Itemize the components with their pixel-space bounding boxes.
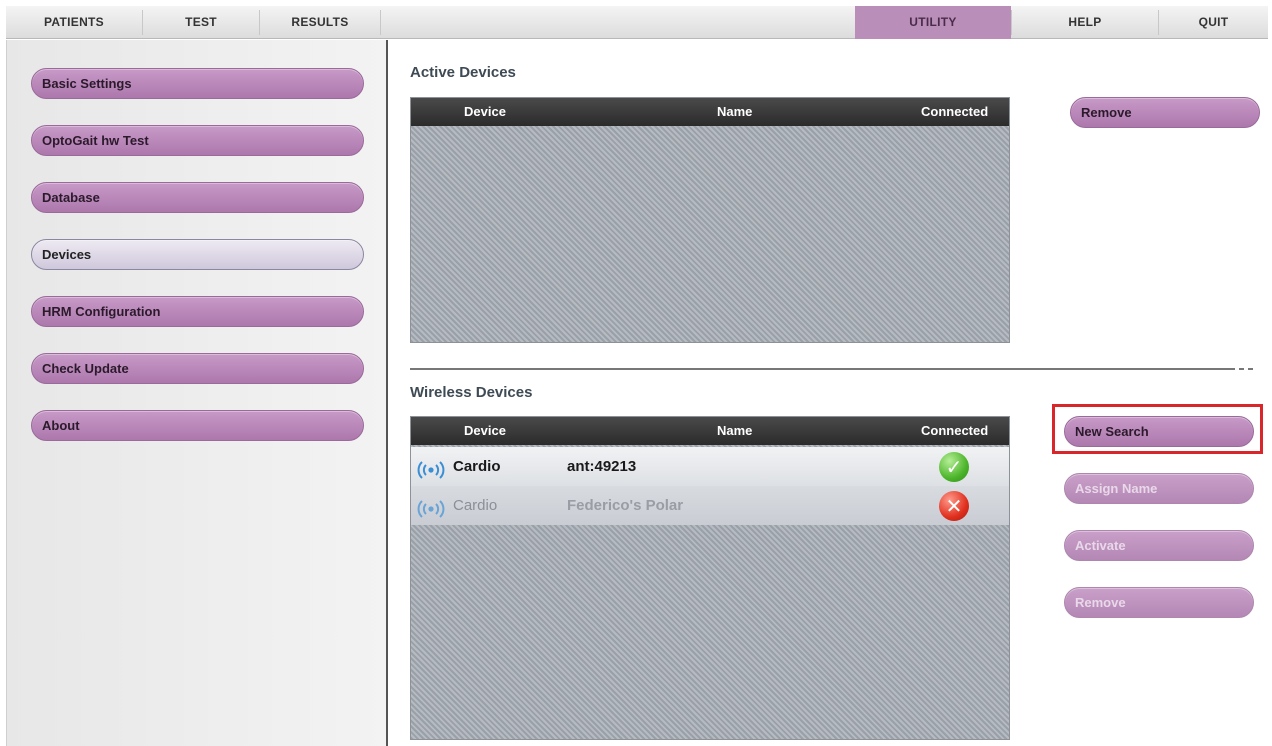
wireless-devices-title: Wireless Devices (410, 384, 533, 401)
remove-active-device-button[interactable]: Remove (1070, 97, 1260, 128)
sidebar-item-hrm-configuration[interactable]: HRM Configuration (31, 296, 364, 327)
new-search-button[interactable]: New Search (1064, 416, 1254, 447)
menu-utility[interactable]: UTILITY (855, 6, 1011, 39)
column-header-name: Name (717, 423, 753, 438)
column-header-connected: Connected (921, 104, 989, 119)
menu-separator (380, 10, 381, 35)
activate-button[interactable]: Activate (1064, 530, 1254, 561)
column-header-connected: Connected (921, 423, 989, 438)
check-icon: ✓ (939, 452, 969, 482)
section-divider-dashes (1230, 368, 1254, 370)
assign-name-button[interactable]: Assign Name (1064, 473, 1254, 504)
sidebar-item-basic-settings[interactable]: Basic Settings (31, 68, 364, 99)
sidebar-item-database[interactable]: Database (31, 182, 364, 213)
menu-patients[interactable]: PATIENTS (6, 6, 142, 39)
menu-results[interactable]: RESULTS (260, 6, 380, 39)
column-header-device: Device (464, 104, 506, 119)
table-header: Device Name Connected (411, 417, 1009, 445)
name-cell: ant:49213 (567, 458, 637, 475)
device-cell: Cardio (453, 497, 498, 514)
remove-wireless-device-button[interactable]: Remove (1064, 587, 1254, 618)
active-devices-title: Active Devices (410, 64, 516, 81)
name-cell: Federico's Polar (567, 497, 684, 514)
active-devices-table[interactable]: Device Name Connected (410, 97, 1010, 343)
utility-sidebar: Basic Settings OptoGait hw Test Database… (6, 40, 386, 746)
sidebar-item-devices[interactable]: Devices (31, 239, 364, 270)
device-cell: Cardio (453, 458, 501, 475)
column-header-device: Device (464, 423, 506, 438)
sidebar-item-check-update[interactable]: Check Update (31, 353, 364, 384)
menu-quit[interactable]: QUIT (1159, 6, 1268, 39)
wireless-devices-table[interactable]: Device Name Connected Cardio ant:49213 ✓ (410, 416, 1010, 740)
table-row[interactable]: Cardio ant:49213 ✓ (411, 447, 1009, 486)
devices-content: Active Devices Device Name Connected Rem… (388, 40, 1268, 746)
top-menu-bar: PATIENTS TEST RESULTS UTILITY HELP QUIT (6, 6, 1268, 39)
column-header-name: Name (717, 104, 753, 119)
menu-test[interactable]: TEST (143, 6, 259, 39)
x-icon: ✕ (939, 491, 969, 521)
menu-help[interactable]: HELP (1012, 6, 1158, 39)
wireless-icon (417, 495, 445, 534)
section-divider (410, 368, 1230, 370)
table-header: Device Name Connected (411, 98, 1009, 126)
table-row[interactable]: Cardio Federico's Polar ✕ (411, 486, 1009, 525)
sidebar-item-about[interactable]: About (31, 410, 364, 441)
sidebar-item-optogait-hw-test[interactable]: OptoGait hw Test (31, 125, 364, 156)
